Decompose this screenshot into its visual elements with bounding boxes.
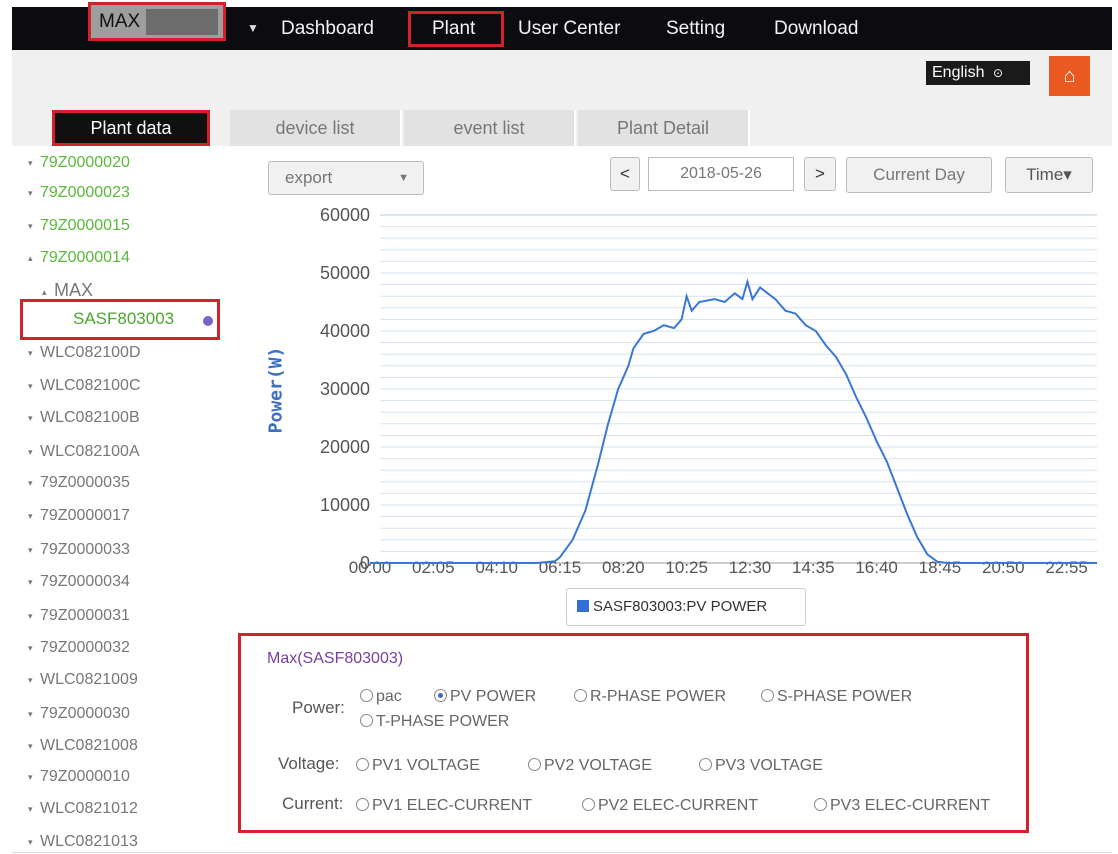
chart-y-axis-label: Power(W) (265, 346, 287, 434)
radio-power-1[interactable]: PV POWER (434, 688, 536, 706)
radio-current-0[interactable]: PV1 ELEC-CURRENT (356, 797, 532, 815)
y-tick-label: 30000 (320, 379, 370, 399)
radio-label: S-PHASE POWER (777, 688, 913, 705)
tree-item[interactable]: ▾ WLC0821009 (28, 665, 138, 695)
tree-item[interactable]: ▾ 79Z0000031 (28, 601, 130, 631)
x-tick-label: 08:20 (602, 558, 645, 577)
tree-item-label: 79Z0000032 (40, 639, 130, 657)
radio-voltage-2[interactable]: PV3 VOLTAGE (699, 757, 823, 775)
current-label: Current: (282, 794, 344, 813)
x-tick-label: 20:50 (982, 558, 1025, 577)
power-label: Power: (292, 698, 345, 717)
tree-item-label: WLC0821012 (40, 800, 138, 818)
collapsed-icon: ▾ (28, 709, 33, 719)
chart-legend[interactable]: SASF803003:PV POWER (566, 588, 806, 626)
collapsed-icon: ▾ (28, 643, 33, 653)
radio-unchecked-icon (582, 798, 595, 811)
x-tick-label: 18:45 (919, 558, 962, 577)
x-tick-label: 14:35 (792, 558, 835, 577)
radio-unchecked-icon (761, 689, 774, 702)
radio-checked-icon (434, 689, 447, 702)
tree-item[interactable]: ▾ 79Z0000030 (28, 699, 130, 729)
radio-current-1[interactable]: PV2 ELEC-CURRENT (582, 797, 758, 815)
radio-label: PV1 ELEC-CURRENT (372, 797, 533, 814)
tree-item-label: 79Z0000031 (40, 607, 130, 625)
legend-label: SASF803003:PV POWER (593, 598, 768, 615)
radio-label: R-PHASE POWER (590, 688, 727, 705)
x-tick-label: 06:15 (539, 558, 582, 577)
radio-voltage-1[interactable]: PV2 VOLTAGE (528, 757, 652, 775)
collapsed-icon: ▾ (28, 804, 33, 814)
collapsed-icon: ▾ (28, 837, 33, 847)
series-line (370, 278, 1097, 564)
radio-unchecked-icon (528, 758, 541, 771)
x-tick-label: 22:55 (1045, 558, 1088, 577)
y-tick-label: 10000 (320, 495, 370, 515)
x-tick-label: 04:10 (475, 558, 518, 577)
tree-item-label: WLC0821013 (40, 833, 138, 851)
legend-swatch (577, 600, 589, 612)
radio-label: PV1 VOLTAGE (372, 757, 480, 774)
collapsed-icon: ▾ (28, 741, 33, 751)
radio-power-4[interactable]: T-PHASE POWER (360, 713, 509, 731)
tree-item-label: 79Z0000010 (40, 768, 130, 786)
radio-label: T-PHASE POWER (376, 713, 510, 730)
radio-unchecked-icon (699, 758, 712, 771)
radio-label: PV2 ELEC-CURRENT (598, 797, 759, 814)
voltage-label: Voltage: (278, 754, 340, 773)
radio-power-3[interactable]: S-PHASE POWER (761, 688, 912, 706)
x-tick-label: 12:30 (729, 558, 772, 577)
radio-label: PV2 VOLTAGE (544, 757, 652, 774)
radio-unchecked-icon (574, 689, 587, 702)
tree-item-label: WLC0821009 (40, 671, 138, 689)
y-tick-label: 20000 (320, 437, 370, 457)
radio-label: PV POWER (450, 688, 537, 705)
radio-current-2[interactable]: PV3 ELEC-CURRENT (814, 797, 990, 815)
radio-unchecked-icon (356, 758, 369, 771)
radio-label: PV3 ELEC-CURRENT (830, 797, 991, 814)
footer-divider (12, 852, 1112, 853)
radio-label: PV3 VOLTAGE (715, 757, 823, 774)
collapsed-icon: ▾ (28, 772, 33, 782)
tree-item[interactable]: ▾ WLC0821013 (28, 827, 138, 854)
tree-item[interactable]: ▾ WLC0821008 (28, 731, 138, 761)
y-tick-label: 40000 (320, 321, 370, 341)
tree-item[interactable]: ▾ 79Z0000032 (28, 633, 130, 663)
x-tick-label: 00:00 (349, 558, 392, 577)
x-tick-label: 16:40 (855, 558, 898, 577)
options-title: Max(SASF803003) (267, 650, 404, 667)
x-tick-label: 02:05 (412, 558, 455, 577)
radio-unchecked-icon (360, 714, 373, 727)
tree-item[interactable]: ▾ WLC0821012 (28, 794, 138, 824)
y-tick-label: 60000 (320, 205, 370, 225)
x-tick-label: 10:25 (665, 558, 708, 577)
radio-unchecked-icon (814, 798, 827, 811)
radio-voltage-0[interactable]: PV1 VOLTAGE (356, 757, 480, 775)
radio-power-2[interactable]: R-PHASE POWER (574, 688, 726, 706)
power-chart: 010000200003000040000500006000000:00 02:0… (320, 205, 1097, 577)
radio-power-0[interactable]: pac (360, 688, 402, 706)
radio-label: pac (376, 688, 402, 705)
radio-unchecked-icon (356, 798, 369, 811)
radio-unchecked-icon (360, 689, 373, 702)
collapsed-icon: ▾ (28, 611, 33, 621)
tree-item[interactable]: ▾ 79Z0000010 (28, 762, 130, 792)
tree-item-label: 79Z0000030 (40, 705, 130, 723)
collapsed-icon: ▾ (28, 675, 33, 685)
y-tick-label: 50000 (320, 263, 370, 283)
tree-item-label: WLC0821008 (40, 737, 138, 755)
